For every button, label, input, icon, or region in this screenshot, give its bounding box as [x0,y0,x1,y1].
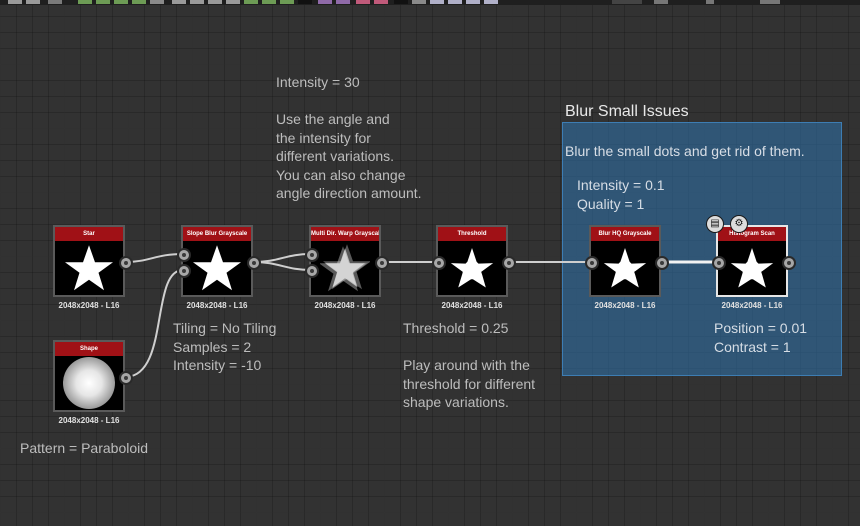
node-resolution: 2048x2048 - L16 [721,301,783,310]
toolbar-button[interactable] [280,0,294,4]
toolbar-button[interactable] [190,0,204,4]
comment-blur[interactable]: Intensity = 0.1 Quality = 1 [577,176,665,213]
toolbar-button[interactable] [412,0,426,4]
document-icon[interactable]: ▤ [706,215,724,233]
node-title: Threshold [438,227,506,241]
star-icon [183,241,251,295]
input-port[interactable] [585,256,599,270]
toolbar-button[interactable] [48,0,62,4]
comment-histogram[interactable]: Position = 0.01 Contrast = 1 [714,319,807,356]
output-port[interactable] [782,256,796,270]
comment-slope-blur[interactable]: Tiling = No Tiling Samples = 2 Intensity… [173,319,276,375]
wire-star-to-slope[interactable] [124,253,184,263]
toolbar-button[interactable] [150,0,164,4]
toolbar-button[interactable] [318,0,332,4]
input-port[interactable] [432,256,446,270]
node-title: Slope Blur Grayscale [183,227,251,241]
rough-star-icon [438,241,506,295]
toolbar-button[interactable] [78,0,92,4]
node-resolution: 2048x2048 - L16 [58,416,120,425]
node-blur-hq[interactable]: Blur HQ Grayscale [589,225,661,297]
star-icon [55,241,123,295]
node-star[interactable]: Star [53,225,125,297]
toolbar-button[interactable] [430,0,444,4]
node-resolution: 2048x2048 - L16 [594,301,656,310]
toolbar-button[interactable] [172,0,186,4]
node-slope-blur[interactable]: Slope Blur Grayscale [181,225,253,297]
toolbar-button[interactable] [8,0,22,4]
toolbar-field[interactable] [612,0,642,4]
input-port[interactable] [305,264,319,278]
output-port[interactable] [119,371,133,385]
input-port[interactable] [712,256,726,270]
node-threshold[interactable]: Threshold [436,225,508,297]
toolbar-button[interactable] [262,0,276,4]
output-port[interactable] [655,256,669,270]
output-port[interactable] [247,256,261,270]
toolbar-button[interactable] [484,0,498,4]
toolbar-button[interactable] [654,0,668,4]
toolbar-button[interactable] [394,0,408,4]
toolbar-button[interactable] [760,0,780,4]
node-title: Multi Dir. Warp Grayscale [311,227,379,241]
toolbar-button[interactable] [208,0,222,4]
toolbar-button[interactable] [114,0,128,4]
toolbar-button[interactable] [244,0,258,4]
toolbar-button[interactable] [298,0,312,4]
input-port[interactable] [177,248,191,262]
toolbar-button[interactable] [226,0,240,4]
toolbar-button[interactable] [448,0,462,4]
node-title: Histogram Scan [718,227,786,241]
node-resolution: 2048x2048 - L16 [441,301,503,310]
toolbar-button[interactable] [706,0,714,4]
node-histogram-scan[interactable]: Histogram Scan [716,225,788,297]
comment-threshold[interactable]: Threshold = 0.25 Play around with the th… [403,319,535,412]
rough-star-icon [591,241,659,295]
node-resolution: 2048x2048 - L16 [58,301,120,310]
toolbar-button[interactable] [374,0,388,4]
node-multi-dir-warp[interactable]: Multi Dir. Warp Grayscale [309,225,381,297]
output-port[interactable] [502,256,516,270]
input-port[interactable] [305,248,319,262]
comment-pattern[interactable]: Pattern = Paraboloid [20,439,148,458]
toolbar-button[interactable] [96,0,110,4]
node-shape[interactable]: Shape [53,340,125,412]
top-toolbar [0,0,860,5]
gear-icon[interactable]: ⚙ [730,215,748,233]
rough-star-icon [718,241,786,295]
output-port[interactable] [375,256,389,270]
toolbar-button[interactable] [336,0,350,4]
input-port[interactable] [177,264,191,278]
toolbar-button[interactable] [466,0,480,4]
paraboloid-icon [55,356,123,410]
node-resolution: 2048x2048 - L16 [186,301,248,310]
blurred-star-icon [311,241,379,295]
toolbar-button[interactable] [26,0,40,4]
node-resolution: 2048x2048 - L16 [314,301,376,310]
comment-warp[interactable]: Intensity = 30 Use the angle and the int… [276,73,422,203]
toolbar-button[interactable] [356,0,370,4]
wire-slope-to-warp-2[interactable] [252,261,312,271]
node-title: Star [55,227,123,241]
toolbar-button[interactable] [132,0,146,4]
node-title: Shape [55,342,123,356]
output-port[interactable] [119,256,133,270]
node-title: Blur HQ Grayscale [591,227,659,241]
wire-slope-to-warp[interactable] [252,253,312,263]
